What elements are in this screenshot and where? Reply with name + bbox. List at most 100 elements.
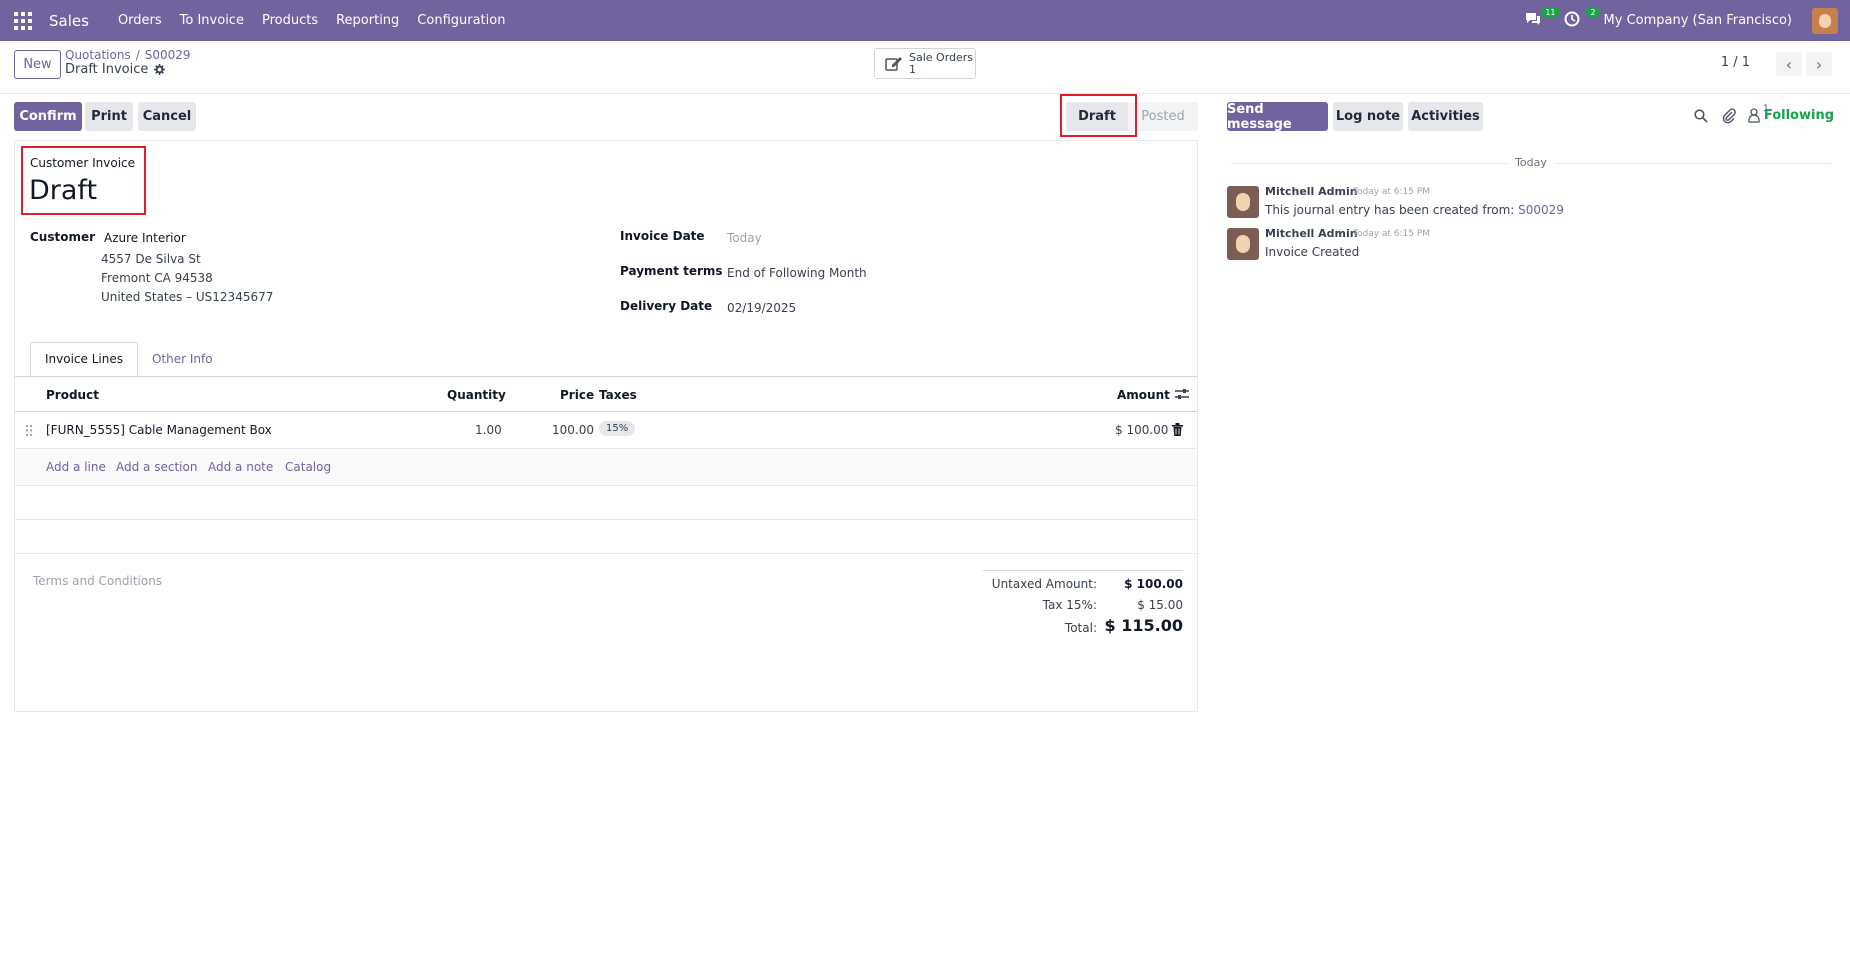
attachment-paperclip-icon[interactable] (1722, 108, 1736, 124)
app-name[interactable]: Sales (49, 12, 89, 30)
followers-icon[interactable] (1748, 108, 1760, 123)
invoice-date-label: Invoice Date (620, 229, 705, 243)
breadcrumb-separator: / (135, 48, 140, 62)
invoice-date-field[interactable]: Today (727, 231, 762, 245)
log-note-button[interactable]: Log note (1333, 102, 1403, 131)
lines-table-header: Product Quantity Price Taxes Amount (15, 378, 1197, 412)
following-toggle[interactable]: Following (1764, 108, 1834, 123)
tax-label: Tax 15%: (1042, 598, 1097, 612)
add-line-link[interactable]: Add a line (46, 460, 106, 474)
line-tax-badge[interactable]: 15% (599, 421, 636, 436)
line-price[interactable]: 100.00 (552, 423, 594, 437)
header-quantity[interactable]: Quantity (447, 388, 506, 402)
control-panel: New Quotations / S00029 Draft Invoice Sale… (0, 41, 1850, 94)
invoice-type-label: Customer Invoice (30, 156, 136, 170)
user-avatar[interactable] (1812, 7, 1838, 34)
untaxed-amount: $ 100.00 (1124, 577, 1183, 591)
message-source-link[interactable]: S00029 (1518, 203, 1564, 217)
customer-address-line2: Fremont CA 94538 (101, 271, 213, 285)
table-row[interactable]: [FURN_5555] Cable Management Box 1.00 10… (15, 412, 1197, 449)
menu-products[interactable]: Products (253, 13, 327, 28)
customer-address-line1: 4557 De Silva St (101, 252, 201, 266)
message-body: This journal entry has been created from… (1265, 203, 1564, 217)
menu-configuration[interactable]: Configuration (408, 13, 514, 28)
line-quantity[interactable]: 1.00 (475, 423, 502, 437)
delivery-date-field[interactable]: 02/19/2025 (727, 301, 796, 315)
messages-count-badge: 11 (1541, 6, 1560, 18)
activities-count-badge: 2 (1586, 6, 1600, 18)
tab-other-info[interactable]: Other Info (138, 342, 227, 376)
drag-handle-icon[interactable] (25, 424, 33, 437)
record-title: Draft Invoice (65, 62, 166, 77)
date-separator-label: Today (1507, 156, 1555, 169)
messages-icon[interactable]: 11 (1524, 6, 1560, 31)
add-note-link[interactable]: Add a note (208, 460, 273, 474)
pager-value[interactable]: 1 / 1 (1721, 55, 1750, 70)
line-product[interactable]: [FURN_5555] Cable Management Box (46, 423, 272, 437)
status-posted[interactable]: Posted (1128, 102, 1198, 131)
author-avatar[interactable] (1227, 186, 1259, 218)
tab-divider (15, 376, 1197, 377)
author-avatar[interactable] (1227, 228, 1259, 260)
new-button[interactable]: New (14, 50, 61, 79)
smart-button-label: Sale Orders (909, 50, 974, 64)
notebook-tabs: Invoice Lines Other Info (30, 342, 227, 376)
empty-row (15, 520, 1197, 554)
gear-icon[interactable] (154, 64, 166, 75)
empty-row (15, 486, 1197, 520)
line-amount: $ 100.00 (1115, 423, 1169, 437)
sale-orders-smart-button[interactable]: Sale Orders 1 (874, 48, 976, 79)
status-highlight-box (1060, 94, 1137, 137)
breadcrumb-order[interactable]: S00029 (145, 48, 191, 62)
top-navbar: Sales Orders To Invoice Products Reporti… (0, 0, 1850, 41)
pager-previous-icon[interactable]: ‹ (1776, 52, 1802, 76)
chatter-message: Mitchell Admin Today at 6:15 PM This jou… (1227, 185, 1827, 222)
totals-summary: Untaxed Amount: $ 100.00 Tax 15%: $ 15.0… (983, 570, 1183, 635)
total-label: Total: (1064, 621, 1097, 635)
menu-reporting[interactable]: Reporting (327, 13, 408, 28)
trash-icon[interactable] (1172, 423, 1183, 436)
activities-button[interactable]: Activities (1408, 102, 1483, 131)
search-icon[interactable] (1694, 109, 1708, 123)
payment-terms-field[interactable]: End of Following Month (727, 266, 867, 280)
message-body: Invoice Created (1265, 245, 1360, 259)
message-time: Today at 6:15 PM (1353, 187, 1431, 197)
payment-terms-label: Payment terms (620, 264, 723, 278)
terms-and-conditions-field[interactable]: Terms and Conditions (33, 574, 162, 588)
customer-label: Customer (30, 230, 96, 244)
pager-next-icon[interactable]: › (1806, 52, 1832, 76)
header-taxes[interactable]: Taxes (599, 388, 637, 402)
cancel-button[interactable]: Cancel (138, 102, 196, 131)
add-line-row: Add a line Add a section Add a note Cata… (15, 449, 1197, 486)
message-author[interactable]: Mitchell Admin (1265, 227, 1358, 240)
main-menu: Orders To Invoice Products Reporting Con… (109, 13, 515, 28)
header-price[interactable]: Price (560, 388, 594, 402)
message-body-text: This journal entry has been created from… (1265, 203, 1519, 217)
header-product[interactable]: Product (46, 388, 99, 402)
catalog-link[interactable]: Catalog (285, 460, 331, 474)
header-amount[interactable]: Amount (1117, 388, 1170, 402)
tax-amount: $ 15.00 (1137, 598, 1183, 612)
menu-orders[interactable]: Orders (109, 13, 171, 28)
untaxed-label: Untaxed Amount: (991, 577, 1097, 591)
send-message-button[interactable]: Send message (1227, 102, 1328, 132)
add-section-link[interactable]: Add a section (116, 460, 197, 474)
activities-clock-icon[interactable]: 2 (1564, 6, 1600, 31)
apps-menu-icon[interactable] (14, 11, 32, 30)
chatter-message: Mitchell Admin Today at 6:15 PM Invoice … (1227, 227, 1827, 264)
column-settings-icon[interactable] (1175, 388, 1189, 400)
smart-button-count: 1 (909, 62, 916, 76)
customer-name[interactable]: Azure Interior (104, 231, 186, 245)
breadcrumb: Quotations / S00029 (65, 48, 191, 62)
company-switcher[interactable]: My Company (San Francisco) (1604, 13, 1792, 28)
message-time: Today at 6:15 PM (1353, 229, 1431, 239)
message-author[interactable]: Mitchell Admin (1265, 185, 1358, 198)
confirm-button[interactable]: Confirm (14, 102, 82, 131)
date-separator: Today (1231, 156, 1831, 169)
print-button[interactable]: Print (85, 102, 133, 131)
status-bar: Confirm Print Cancel Draft Posted (0, 94, 1210, 142)
tab-invoice-lines[interactable]: Invoice Lines (30, 342, 138, 376)
breadcrumb-quotations[interactable]: Quotations (65, 48, 131, 62)
menu-to-invoice[interactable]: To Invoice (171, 13, 253, 28)
customer-address-line3: United States – US12345677 (101, 290, 274, 304)
